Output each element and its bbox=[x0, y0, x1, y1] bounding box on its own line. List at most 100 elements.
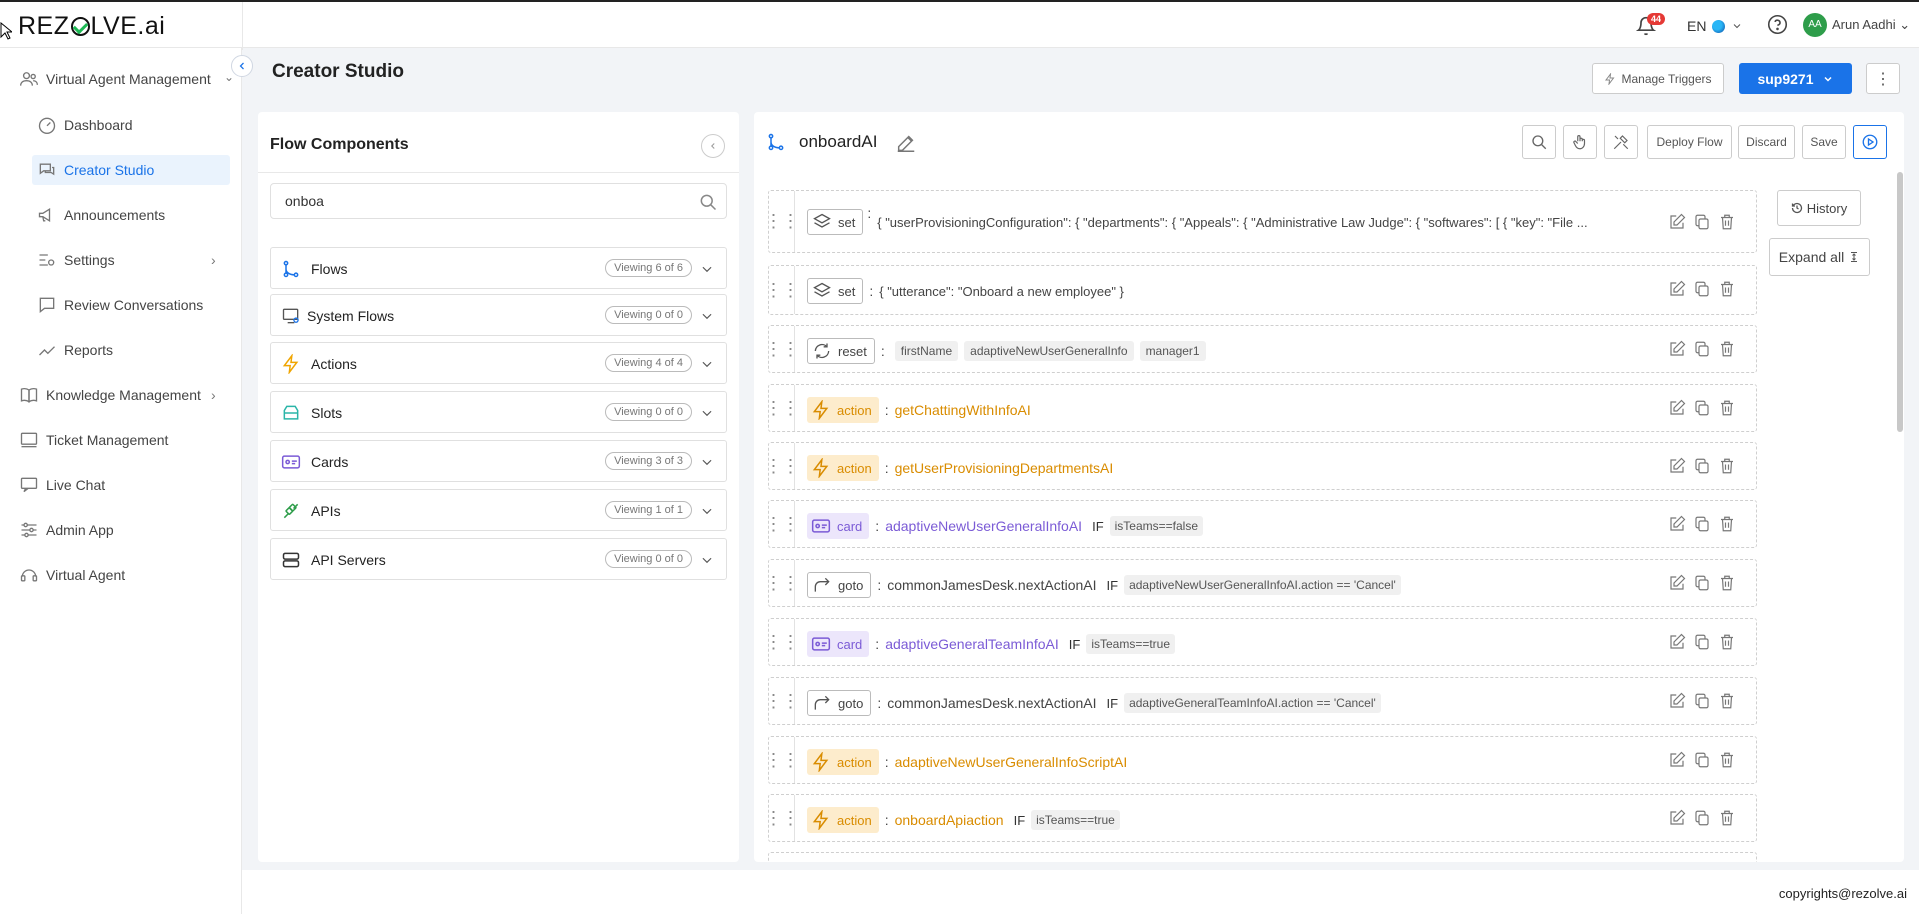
accordion-actions[interactable]: Actions Viewing 4 of 4 bbox=[270, 342, 727, 384]
trash-icon[interactable] bbox=[1718, 457, 1736, 475]
trash-icon[interactable] bbox=[1718, 340, 1736, 358]
flow-step[interactable]: ⋮⋮ goto : commonJamesDesk.nextActionAI I… bbox=[765, 677, 1757, 725]
trash-icon[interactable] bbox=[1718, 213, 1736, 231]
drag-handle-icon[interactable]: ⋮⋮ bbox=[765, 737, 800, 783]
history-button[interactable]: History bbox=[1777, 190, 1861, 226]
flow-step[interactable]: ⋮⋮ reset : firstName adaptiveNewUserGene… bbox=[765, 325, 1757, 373]
trash-icon[interactable] bbox=[1718, 692, 1736, 710]
sidebar-collapse-button[interactable] bbox=[231, 55, 253, 77]
sidebar-item-admin-app[interactable]: Admin App bbox=[18, 515, 230, 545]
edit-icon[interactable] bbox=[1668, 399, 1686, 417]
trash-icon[interactable] bbox=[1718, 574, 1736, 592]
copy-icon[interactable] bbox=[1693, 574, 1711, 592]
user-menu[interactable]: Arun Aadhi ⌄ bbox=[1832, 17, 1910, 33]
sidebar-item-settings[interactable]: Settings › bbox=[36, 245, 230, 275]
sidebar-item-live-chat[interactable]: Live Chat bbox=[18, 470, 230, 500]
drag-handle-icon[interactable]: ⋮⋮ bbox=[765, 191, 800, 252]
flow-step[interactable]: ⋮⋮ card : adaptiveGeneralTeamInfoAI IF i… bbox=[765, 618, 1757, 666]
drag-handle-icon[interactable]: ⋮⋮ bbox=[765, 385, 800, 431]
trash-icon[interactable] bbox=[1718, 633, 1736, 651]
sidebar-item-reports[interactable]: Reports bbox=[36, 335, 230, 365]
panel-collapse-button[interactable] bbox=[701, 134, 725, 158]
flow-step[interactable]: ⋮⋮ card : adaptiveNewUserGeneralInfoAI I… bbox=[765, 500, 1757, 548]
drag-handle-icon[interactable]: ⋮⋮ bbox=[765, 501, 800, 547]
flow-step[interactable]: ⋮⋮ action : getChattingWithInfoAI bbox=[765, 384, 1757, 432]
copy-icon[interactable] bbox=[1693, 399, 1711, 417]
search-icon[interactable] bbox=[698, 192, 718, 212]
edit-icon[interactable] bbox=[1668, 457, 1686, 475]
sidebar-item-virtual-agent[interactable]: Virtual Agent bbox=[18, 560, 230, 590]
edit-icon[interactable] bbox=[1668, 809, 1686, 827]
accordion-label: Actions bbox=[311, 356, 357, 372]
copy-icon[interactable] bbox=[1693, 213, 1711, 231]
pointer-tool-button[interactable] bbox=[1563, 125, 1597, 159]
sidebar-item-creator-studio[interactable]: Creator Studio bbox=[32, 155, 230, 185]
help-icon[interactable] bbox=[1767, 14, 1788, 35]
step-type-chip: action bbox=[807, 749, 879, 775]
sidebar-item-ticket-management[interactable]: Ticket Management bbox=[18, 425, 230, 455]
tools-button[interactable] bbox=[1604, 125, 1638, 159]
edit-icon[interactable] bbox=[1668, 340, 1686, 358]
drag-handle-icon[interactable]: ⋮⋮ bbox=[765, 326, 800, 372]
flow-step[interactable]: ⋮⋮ goto : commonJamesDesk.nextActionAI I… bbox=[765, 559, 1757, 607]
accordion-apis[interactable]: APIs Viewing 1 of 1 bbox=[270, 489, 727, 531]
trash-icon[interactable] bbox=[1718, 751, 1736, 769]
accordion-flows[interactable]: Flows Viewing 6 of 6 bbox=[270, 247, 727, 289]
logo[interactable]: REZ LVE.ai bbox=[18, 12, 165, 41]
accordion-cards[interactable]: Cards Viewing 3 of 3 bbox=[270, 440, 727, 482]
copy-icon[interactable] bbox=[1693, 692, 1711, 710]
accordion-system-flows[interactable]: System Flows Viewing 0 of 0 bbox=[270, 294, 727, 336]
edit-icon[interactable] bbox=[1668, 213, 1686, 231]
trash-icon[interactable] bbox=[1718, 515, 1736, 533]
trash-icon[interactable] bbox=[1718, 280, 1736, 298]
language-selector[interactable]: EN bbox=[1687, 18, 1743, 34]
component-search-input[interactable] bbox=[285, 193, 685, 209]
copy-icon[interactable] bbox=[1693, 457, 1711, 475]
accordion-slots[interactable]: Slots Viewing 0 of 0 bbox=[270, 391, 727, 433]
deploy-flow-button[interactable]: Deploy Flow bbox=[1647, 125, 1732, 159]
tenant-dropdown-button[interactable]: sup9271 bbox=[1739, 63, 1852, 94]
flow-step[interactable]: ⋮⋮ action : onboardApiaction IF isTeams=… bbox=[765, 794, 1757, 842]
drag-handle-icon[interactable]: ⋮⋮ bbox=[765, 266, 800, 314]
sidebar-item-announcements[interactable]: Announcements bbox=[36, 200, 230, 230]
avatar[interactable]: AA bbox=[1803, 13, 1827, 37]
edit-icon[interactable] bbox=[1668, 515, 1686, 533]
expand-all-button[interactable]: Expand all bbox=[1769, 238, 1870, 276]
run-flow-button[interactable] bbox=[1853, 125, 1887, 159]
trash-icon[interactable] bbox=[1718, 809, 1736, 827]
edit-flow-name-icon[interactable] bbox=[895, 132, 917, 154]
drag-handle-icon[interactable]: ⋮⋮ bbox=[765, 678, 800, 724]
sidebar-item-virtual-agent-management[interactable]: Virtual Agent Management ⌄ bbox=[18, 64, 234, 94]
edit-icon[interactable] bbox=[1668, 574, 1686, 592]
edit-icon[interactable] bbox=[1668, 280, 1686, 298]
copy-icon[interactable] bbox=[1693, 633, 1711, 651]
manage-triggers-button[interactable]: Manage Triggers bbox=[1592, 63, 1724, 94]
sidebar-item-dashboard[interactable]: Dashboard bbox=[36, 110, 230, 140]
copy-icon[interactable] bbox=[1693, 280, 1711, 298]
save-button[interactable]: Save bbox=[1802, 125, 1846, 159]
edit-icon[interactable] bbox=[1668, 633, 1686, 651]
flow-step[interactable]: ⋮⋮ action : adaptiveNewUserGeneralInfoSc… bbox=[765, 736, 1757, 784]
edit-icon[interactable] bbox=[1668, 692, 1686, 710]
drag-handle-icon[interactable]: ⋮⋮ bbox=[765, 443, 800, 489]
more-options-button[interactable]: ⋮ bbox=[1866, 63, 1900, 94]
copy-icon[interactable] bbox=[1693, 340, 1711, 358]
copy-icon[interactable] bbox=[1693, 809, 1711, 827]
sidebar-item-review-conversations[interactable]: Review Conversations bbox=[36, 290, 230, 320]
discard-button[interactable]: Discard bbox=[1738, 125, 1795, 159]
copy-icon[interactable] bbox=[1693, 515, 1711, 533]
sidebar-item-knowledge-management[interactable]: Knowledge Management › bbox=[18, 380, 230, 410]
drag-handle-icon[interactable]: ⋮⋮ bbox=[765, 560, 800, 606]
drag-handle-icon[interactable]: ⋮⋮ bbox=[765, 619, 800, 665]
flow-step-partial[interactable] bbox=[768, 852, 1757, 862]
search-flow-button[interactable] bbox=[1522, 125, 1556, 159]
trash-icon[interactable] bbox=[1718, 399, 1736, 417]
accordion-api-servers[interactable]: API Servers Viewing 0 of 0 bbox=[270, 538, 727, 580]
flow-step[interactable]: ⋮⋮ set : { "userProvisioningConfiguratio… bbox=[765, 190, 1757, 253]
drag-handle-icon[interactable]: ⋮⋮ bbox=[765, 795, 800, 841]
scrollbar[interactable] bbox=[1897, 172, 1903, 432]
flow-step[interactable]: ⋮⋮ set : { "utterance": "Onboard a new e… bbox=[765, 265, 1757, 315]
copy-icon[interactable] bbox=[1693, 751, 1711, 769]
edit-icon[interactable] bbox=[1668, 751, 1686, 769]
flow-step[interactable]: ⋮⋮ action : getUserProvisioningDepartmen… bbox=[765, 442, 1757, 490]
